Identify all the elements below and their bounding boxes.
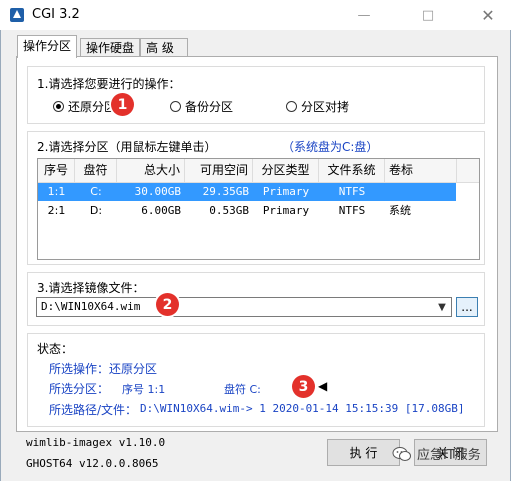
cell-free: 29.35GB	[202, 185, 249, 198]
cell-free: 0.53GB	[209, 204, 249, 217]
minimize-button[interactable]: —	[341, 0, 387, 30]
col-total[interactable]: 总大小	[117, 159, 185, 182]
status-operation-value: 还原分区	[109, 362, 158, 376]
tab-disk[interactable]: 操作硬盘	[80, 38, 141, 57]
col-fs[interactable]: 文件系统	[319, 159, 385, 182]
col-type[interactable]: 分区类型	[253, 159, 319, 182]
browse-button[interactable]: ...	[456, 297, 478, 317]
operation-group-label: 1.请选择您要进行的操作：	[37, 77, 181, 91]
radio-copy-label: 分区对拷	[301, 100, 350, 114]
radio-copy[interactable]: 分区对拷	[286, 98, 349, 115]
maximize-icon: □	[421, 7, 435, 23]
ghost-version: GHOST64 v12.0.0.8065	[26, 457, 159, 470]
chevron-down-icon[interactable]: ▼	[435, 300, 449, 314]
partition-table[interactable]: 序号 盘符 总大小 可用空间 分区类型 文件系统 卷标 1:1 C: 30.00…	[37, 158, 480, 260]
tab-advanced[interactable]: 高 级	[140, 38, 188, 57]
status-partition-drive: 盘符 C:	[224, 383, 261, 396]
cell-label: 系统	[389, 204, 411, 217]
tab-partition[interactable]: 操作分区	[17, 35, 78, 58]
radio-restore[interactable]: 还原分区	[53, 98, 116, 115]
cell-label	[385, 183, 456, 201]
status-path-value: D:\WIN10X64.wim-> 1 2020-01-14 15:15:39 …	[140, 402, 465, 415]
image-group-label: 3.请选择镜像文件：	[37, 281, 145, 295]
radio-restore-label: 还原分区	[68, 100, 117, 114]
status-operation-label: 所选操作：	[49, 362, 110, 376]
close-window-button[interactable]: ✕	[465, 0, 511, 30]
wechat-icon	[392, 446, 411, 461]
image-path-value: D:\WIN10X64.wim	[41, 300, 141, 313]
watermark: 应急IT服务	[392, 444, 481, 463]
cell-drive: C:	[90, 185, 102, 198]
minimize-icon: —	[357, 7, 371, 23]
title-bar[interactable]: CGI 3.2 — □ ✕	[0, 0, 511, 31]
radio-backup[interactable]: 备份分区	[170, 98, 233, 115]
status-path-label: 所选路径/文件：	[49, 403, 138, 417]
close-icon: ✕	[481, 5, 495, 25]
status-partition-label: 所选分区：	[49, 382, 110, 396]
annotation-badge-2: 2	[156, 293, 179, 316]
app-icon	[10, 8, 24, 22]
cell-type: Primary	[262, 204, 310, 217]
watermark-text: 应急IT服务	[417, 448, 481, 463]
cell-total: 30.00GB	[134, 185, 181, 198]
annotation-badge-1: 1	[111, 93, 134, 116]
radio-restore-circle	[53, 101, 64, 112]
cell-drive: D:	[89, 204, 103, 217]
cell-fs: NTFS	[338, 204, 366, 217]
cell-fs: NTFS	[338, 185, 366, 198]
partition-group-label: 2.请选择分区（用鼠标左键单击）	[37, 140, 217, 154]
annotation-badge-3: 3	[292, 375, 315, 398]
pointer-arrow-icon: ◀	[318, 379, 328, 393]
status-partition-index: 序号 1:1	[122, 383, 166, 396]
table-header: 序号 盘符 总大小 可用空间 分区类型 文件系统 卷标	[38, 159, 479, 183]
cell-total: 6.00GB	[141, 204, 181, 217]
col-free[interactable]: 可用空间	[185, 159, 253, 182]
status-title: 状态：	[37, 342, 74, 356]
table-row[interactable]: 1:1 C: 30.00GB 29.35GB Primary NTFS	[38, 183, 456, 201]
radio-backup-circle	[170, 101, 181, 112]
col-label[interactable]: 卷标	[385, 159, 457, 182]
cell-index: 2:1	[47, 204, 66, 217]
cell-type: Primary	[262, 185, 310, 198]
cell-index: 1:1	[47, 185, 66, 198]
execute-button[interactable]: 执 行	[327, 439, 400, 466]
col-drive[interactable]: 盘符	[75, 159, 117, 182]
radio-backup-label: 备份分区	[185, 100, 234, 114]
system-disk-note: （系统盘为C:盘）	[282, 140, 379, 154]
radio-copy-circle	[286, 101, 297, 112]
maximize-button[interactable]: □	[405, 0, 451, 30]
table-header-scroll-stub	[456, 159, 479, 182]
window-title: CGI 3.2	[32, 7, 80, 22]
wimlib-version: wimlib-imagex v1.10.0	[26, 436, 166, 449]
image-path-combo[interactable]: D:\WIN10X64.wim ▼	[36, 297, 452, 317]
col-index[interactable]: 序号	[38, 159, 75, 182]
table-row[interactable]: 2:1 D: 6.00GB 0.53GB Primary NTFS 系统	[38, 202, 456, 220]
window-frame-left	[0, 30, 1, 481]
